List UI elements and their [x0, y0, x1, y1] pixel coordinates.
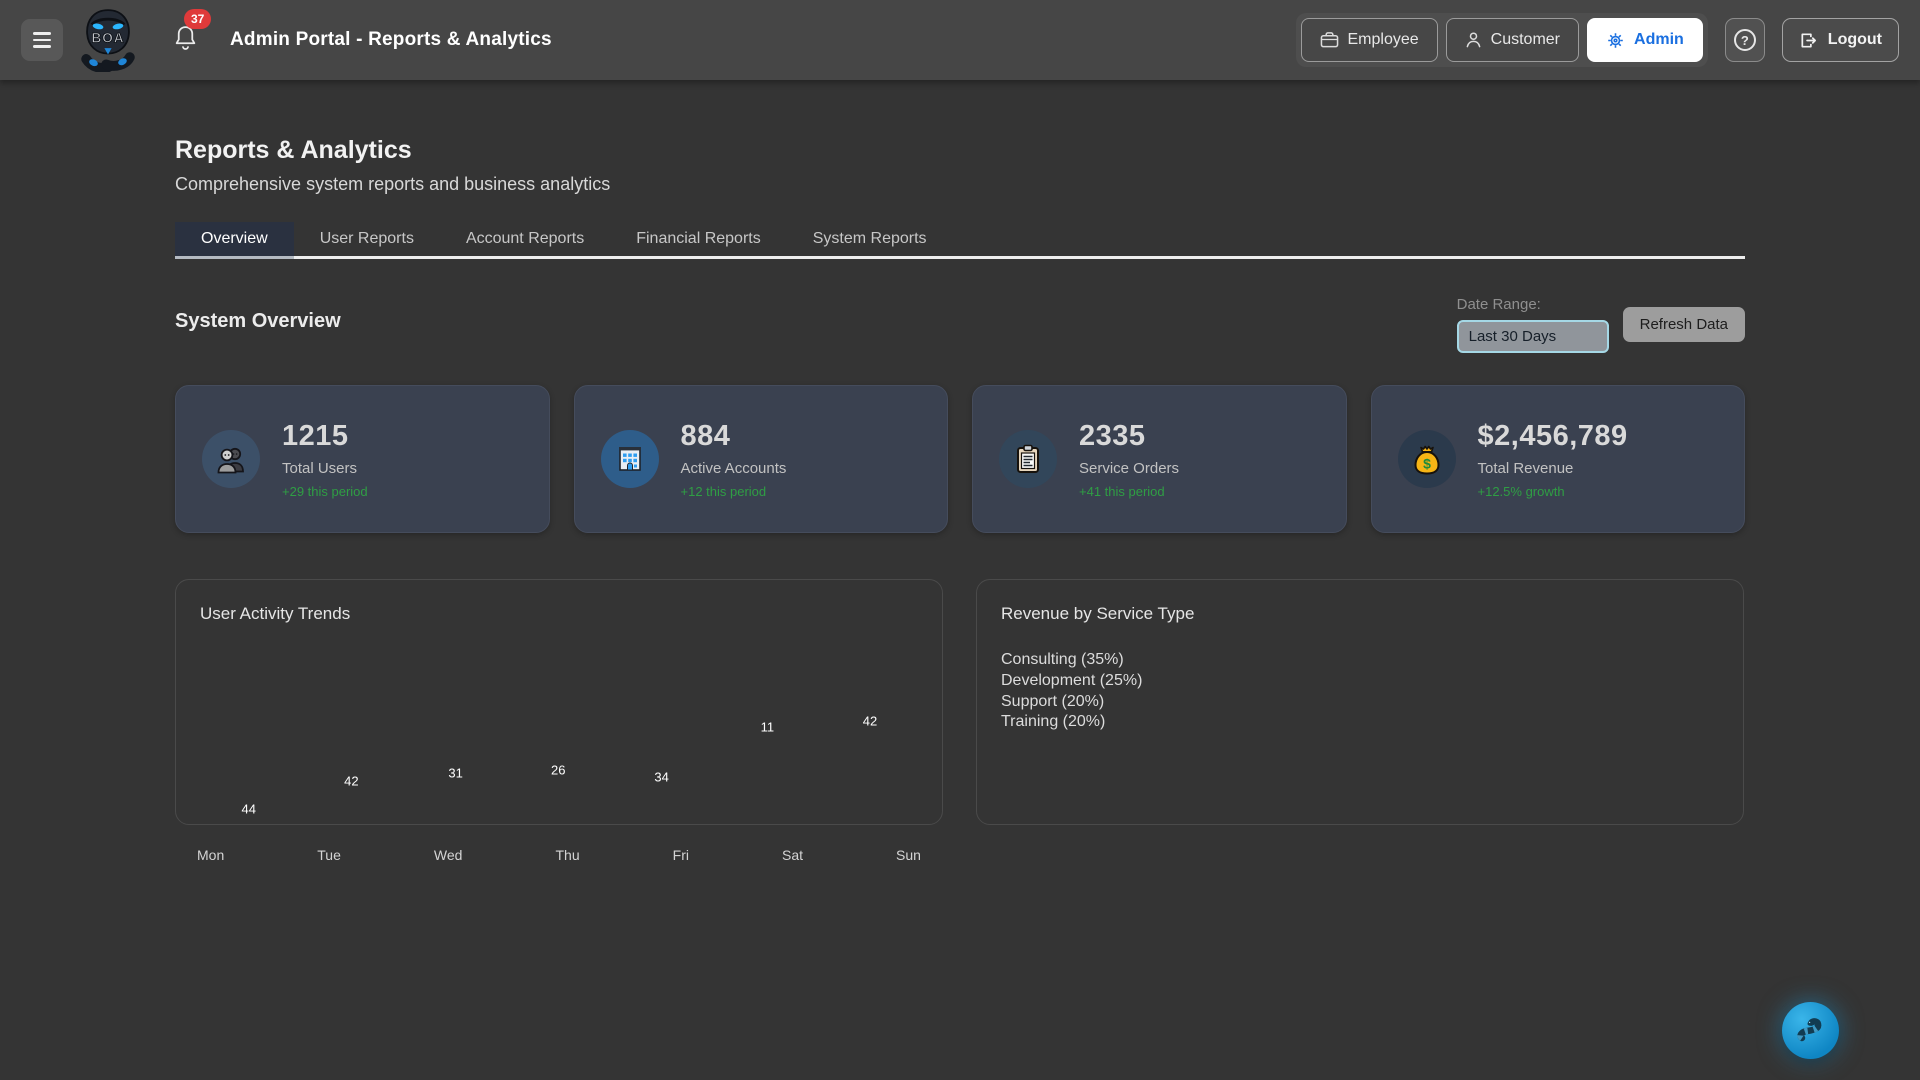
users-icon [215, 444, 247, 474]
help-button[interactable]: ? [1725, 18, 1765, 62]
revenue-panel: Revenue by Service Type Consulting (35%)… [976, 579, 1744, 825]
notification-bell[interactable]: 37 [173, 23, 198, 57]
stat-value: 884 [681, 420, 787, 453]
day-axis-label: Sun [896, 847, 921, 863]
tab-system-reports[interactable]: System Reports [787, 222, 953, 256]
stat-value: 1215 [282, 420, 368, 453]
day-axis-label: Wed [434, 847, 463, 863]
stat-icon-circle [202, 430, 260, 488]
stat-value: $2,456,789 [1478, 420, 1628, 453]
role-button-label: Admin [1634, 31, 1684, 49]
stat-value: 2335 [1079, 420, 1179, 453]
logout-icon [1799, 31, 1818, 50]
stat-label: Total Users [282, 460, 368, 477]
logout-button[interactable]: Logout [1782, 18, 1899, 62]
day-axis-label: Thu [555, 847, 579, 863]
question-icon: ? [1734, 29, 1756, 51]
day-axis-label: Fri [673, 847, 689, 863]
activity-point-label: 42 [344, 774, 358, 789]
section-title: System Overview [175, 310, 341, 333]
stat-delta: +12 this period [681, 484, 787, 499]
role-button-customer[interactable]: Customer [1446, 18, 1579, 62]
header-right: Employee Customer Admin [1296, 13, 1900, 67]
briefcase-icon [1320, 31, 1339, 49]
revenue-list-item: Training (20%) [1001, 712, 1719, 733]
role-switcher: Employee Customer Admin [1296, 13, 1708, 67]
stat-icon-circle [999, 430, 1057, 488]
stat-label: Active Accounts [681, 460, 787, 477]
stat-label: Service Orders [1079, 460, 1179, 477]
app-logo: BOA [79, 8, 137, 72]
page-subtitle: Comprehensive system reports and busines… [175, 174, 1745, 195]
role-button-label: Employee [1348, 31, 1419, 49]
activity-panel: User Activity Trends 44423126341142 [175, 579, 943, 825]
activity-point-label: 26 [551, 763, 565, 778]
tab-user-reports[interactable]: User Reports [294, 222, 440, 256]
report-tabs: Overview User Reports Account Reports Fi… [175, 222, 1745, 259]
date-range-select[interactable]: Last 30 Days [1457, 320, 1609, 353]
activity-point-label: 42 [863, 713, 877, 728]
day-axis-label: Tue [317, 847, 341, 863]
tab-overview[interactable]: Overview [175, 222, 294, 256]
overview-controls: Date Range: Last 30 Days Refresh Data [1457, 296, 1745, 353]
revenue-list-item: Development (25%) [1001, 671, 1719, 692]
clipboard-icon [1014, 444, 1042, 474]
gear-icon [1606, 31, 1625, 50]
revenue-list-item: Support (20%) [1001, 692, 1719, 713]
activity-point-label: 34 [654, 770, 668, 785]
tab-financial-reports[interactable]: Financial Reports [610, 222, 787, 256]
stat-card-service-orders: 2335 Service Orders +41 this period [972, 385, 1347, 533]
date-range-label: Date Range: [1457, 296, 1609, 313]
activity-chart-block: User Activity Trends 44423126341142 MonT… [175, 579, 943, 863]
section-header-row: System Overview Date Range: Last 30 Days… [175, 296, 1745, 353]
moneybag-icon: $ [1412, 443, 1442, 475]
refresh-data-button[interactable]: Refresh Data [1623, 307, 1745, 342]
stat-delta: +12.5% growth [1478, 484, 1628, 499]
snake-fab-button[interactable] [1782, 1002, 1839, 1059]
activity-day-axis: Mon Tue Wed Thu Fri Sat Sun [175, 847, 943, 863]
notification-badge: 37 [184, 9, 211, 29]
revenue-panel-title: Revenue by Service Type [1001, 604, 1719, 624]
activity-chart-area: 44 42 31 26 34 11 42 [176, 580, 942, 824]
stat-card-active-accounts: 884 Active Accounts +12 this period [574, 385, 949, 533]
stat-card-total-users: 1215 Total Users +29 this period [175, 385, 550, 533]
stat-icon-circle: $ [1398, 430, 1456, 488]
logout-label: Logout [1828, 31, 1882, 49]
page-title: Reports & Analytics [175, 136, 1745, 165]
stat-icon-circle [601, 430, 659, 488]
stat-delta: +29 this period [282, 484, 368, 499]
header: BOA 37 Admin Portal - Reports & Analytic… [0, 0, 1920, 80]
person-icon [1465, 31, 1482, 49]
charts-row: User Activity Trends 44423126341142 MonT… [175, 579, 1745, 863]
hamburger-menu-button[interactable] [21, 19, 63, 61]
role-button-employee[interactable]: Employee [1301, 18, 1438, 62]
revenue-list-item: Consulting (35%) [1001, 650, 1719, 671]
stat-label: Total Revenue [1478, 460, 1628, 477]
activity-point-label: 31 [448, 766, 462, 781]
day-axis-label: Mon [197, 847, 224, 863]
activity-point-label: 11 [761, 719, 775, 734]
app-title: Admin Portal - Reports & Analytics [230, 29, 552, 51]
revenue-list: Consulting (35%)Development (25%)Support… [1001, 650, 1719, 733]
role-button-admin[interactable]: Admin [1587, 18, 1703, 62]
building-icon [615, 444, 645, 474]
main-content: Reports & Analytics Comprehensive system… [175, 136, 1745, 863]
svg-text:$: $ [1423, 456, 1431, 472]
activity-point-label: 44 [242, 802, 256, 817]
tab-account-reports[interactable]: Account Reports [440, 222, 610, 256]
day-axis-label: Sat [782, 847, 803, 863]
snake-icon [1795, 1015, 1827, 1047]
stat-card-total-revenue: $ $2,456,789 Total Revenue +12.5% growth [1371, 385, 1746, 533]
svg-text:BOA: BOA [92, 31, 125, 46]
stat-delta: +41 this period [1079, 484, 1179, 499]
role-button-label: Customer [1491, 31, 1560, 49]
stats-row: 1215 Total Users +29 this period 884 Act… [175, 385, 1745, 533]
boa-cobra-logo-icon: BOA [79, 8, 137, 72]
